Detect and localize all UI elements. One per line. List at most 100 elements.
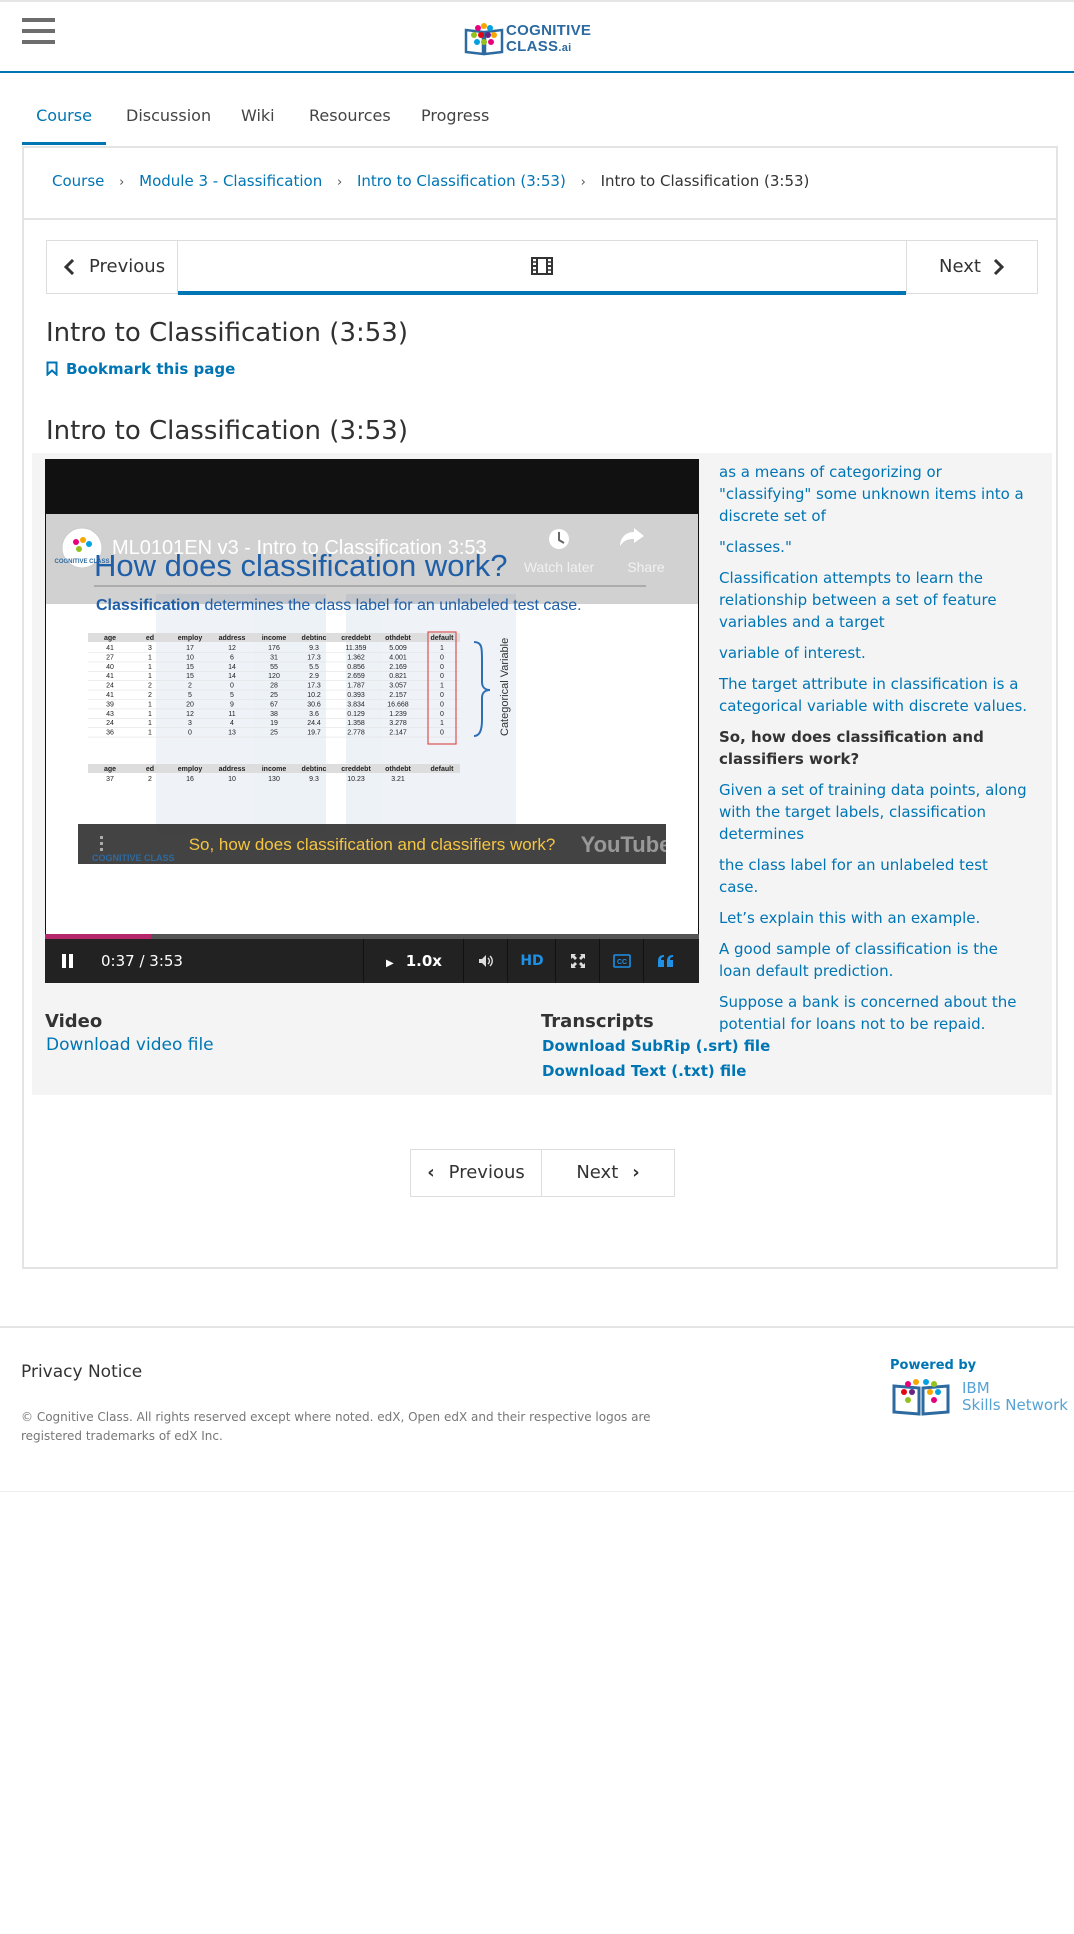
transcript-line[interactable]: The target attribute in classification i…: [719, 673, 1029, 717]
site-header: COGNITIVE CLASS.ai: [0, 2, 1074, 73]
transcript-line[interactable]: "classes.": [719, 536, 1029, 558]
cognitive-class-logo[interactable]: COGNITIVE CLASS.ai: [464, 20, 614, 60]
bookmark-icon: [46, 361, 58, 377]
fullscreen-button[interactable]: [555, 939, 600, 983]
speed-button[interactable]: ▶ 1.0x: [363, 939, 464, 983]
table-cell: 17.3: [307, 683, 321, 690]
table-cell: 24.4: [307, 720, 321, 727]
transcripts-heading: Transcripts: [541, 1011, 654, 1032]
table-header-cell: address: [219, 635, 246, 642]
table-cell: 1: [440, 683, 444, 690]
table-cell: 0: [440, 673, 444, 680]
breadcrumb-course[interactable]: Course: [52, 172, 104, 190]
volume-button[interactable]: [463, 939, 508, 983]
share-label[interactable]: Share: [627, 559, 665, 575]
test-table-header-cell: othdebt: [385, 766, 411, 773]
download-video-link[interactable]: Download video file: [46, 1035, 214, 1055]
transcript-line[interactable]: A good sample of classification is the l…: [719, 938, 1029, 982]
transcript-toggle-button[interactable]: [643, 939, 688, 983]
table-cell: 2.9: [309, 673, 319, 680]
bookmark-button[interactable]: Bookmark this page: [46, 360, 235, 378]
table-cell: 36: [106, 730, 114, 737]
table-cell: 16.668: [387, 701, 409, 708]
chevron-right-icon: [993, 259, 1005, 275]
table-cell: 17: [186, 645, 194, 652]
tab-resources[interactable]: Resources: [309, 95, 391, 142]
table-cell: 6: [230, 654, 234, 661]
slide-footer-logo: COGNITIVE CLASS: [92, 853, 175, 863]
table-cell: 5: [188, 692, 192, 699]
bottom-navigation: ‹ Previous Next ›: [410, 1149, 675, 1197]
table-cell: 38: [270, 711, 278, 718]
table-cell: 0.821: [389, 673, 407, 680]
breadcrumb-section[interactable]: Intro to Classification (3:53): [357, 172, 566, 190]
privacy-notice-link[interactable]: Privacy Notice: [21, 1362, 142, 1382]
pause-button[interactable]: [45, 939, 91, 983]
transcript-line[interactable]: as a means of categorizing or "classifyi…: [719, 461, 1029, 527]
video-download-heading: Video: [45, 1011, 103, 1032]
hd-button[interactable]: HD: [507, 939, 556, 983]
transcript-line-current[interactable]: So, how does classification and classifi…: [719, 726, 1029, 770]
table-cell: 1.362: [347, 654, 365, 661]
test-table-cell: 9.3: [309, 776, 319, 783]
closed-captions-button[interactable]: CC: [599, 939, 644, 983]
video-player[interactable]: COGNITIVE CLASS ML0101EN v3 - Intro to C…: [45, 459, 699, 983]
next-label: Next: [939, 256, 981, 277]
pause-icon: [62, 954, 73, 968]
table-header-cell: default: [431, 635, 455, 642]
ibm-skills-network-logo[interactable]: IBM Skills Network: [962, 1380, 1068, 1414]
table-cell: 1.787: [347, 683, 365, 690]
table-cell: 1: [148, 654, 152, 661]
transcript-line[interactable]: Suppose a bank is concerned about the po…: [719, 991, 1029, 1035]
table-cell: 13: [228, 730, 236, 737]
table-cell: 3.834: [347, 701, 365, 708]
download-srt-link[interactable]: Download SubRip (.srt) file: [542, 1037, 770, 1055]
sequence-previous-button[interactable]: Previous: [47, 241, 178, 293]
table-cell: 14: [228, 673, 236, 680]
ibm-skills-network-logo-icon[interactable]: [890, 1378, 952, 1416]
chevron-right-icon: ›: [632, 1162, 640, 1183]
table-cell: 41: [106, 645, 114, 652]
unit-title: Intro to Classification (3:53): [46, 318, 408, 348]
table-cell: 4: [230, 720, 234, 727]
table-header-cell: debtinc: [302, 635, 327, 642]
transcript-line[interactable]: Let’s explain this with an example.: [719, 907, 1029, 929]
test-table-cell: 37: [106, 776, 114, 783]
transcript-line[interactable]: Given a set of training data points, alo…: [719, 779, 1029, 845]
speed-label: 1.0x: [405, 952, 442, 970]
watch-later-label[interactable]: Watch later: [524, 559, 595, 575]
chevron-right-icon: ›: [336, 175, 343, 190]
table-header-cell: employ: [178, 635, 203, 642]
tab-wiki[interactable]: Wiki: [241, 95, 275, 142]
tab-course[interactable]: Course: [22, 95, 106, 145]
table-cell: 1: [148, 664, 152, 671]
breadcrumb-module[interactable]: Module 3 - Classification: [139, 172, 322, 190]
sequence-unit-tab[interactable]: [178, 241, 906, 295]
tab-discussion[interactable]: Discussion: [126, 95, 211, 142]
tab-progress[interactable]: Progress: [421, 95, 489, 142]
table-cell: 1: [148, 711, 152, 718]
table-cell: 20: [186, 701, 194, 708]
bottom-next-button[interactable]: Next ›: [541, 1149, 675, 1197]
transcript-line[interactable]: Classification attempts to learn the rel…: [719, 567, 1029, 633]
youtube-watermark[interactable]: YouTube: [581, 832, 672, 857]
video-frame[interactable]: COGNITIVE CLASS ML0101EN v3 - Intro to C…: [46, 514, 698, 934]
table-cell: 1: [440, 720, 444, 727]
table-cell: 120: [268, 673, 280, 680]
table-cell: 0.856: [347, 664, 365, 671]
table-cell: 1.358: [347, 720, 365, 727]
hamburger-menu-icon[interactable]: [22, 18, 55, 48]
table-cell: 3: [148, 645, 152, 652]
site-footer: Privacy Notice © Cognitive Class. All ri…: [0, 1326, 1074, 1492]
sequence-next-button[interactable]: Next: [906, 241, 1037, 293]
watch-later-icon[interactable]: [549, 529, 569, 549]
download-txt-link[interactable]: Download Text (.txt) file: [542, 1062, 746, 1080]
table-cell: 4.001: [389, 654, 407, 661]
copyright-text: © Cognitive Class. All rights reserved e…: [21, 1410, 651, 1443]
table-cell: 31: [270, 654, 278, 661]
slide-heading: How does classification work?: [94, 548, 508, 583]
bottom-previous-button[interactable]: ‹ Previous: [410, 1149, 542, 1197]
powered-by-label: Powered by: [890, 1358, 977, 1373]
transcript-line[interactable]: variable of interest.: [719, 642, 1029, 664]
transcript-line[interactable]: the class label for an unlabeled test ca…: [719, 854, 1029, 898]
